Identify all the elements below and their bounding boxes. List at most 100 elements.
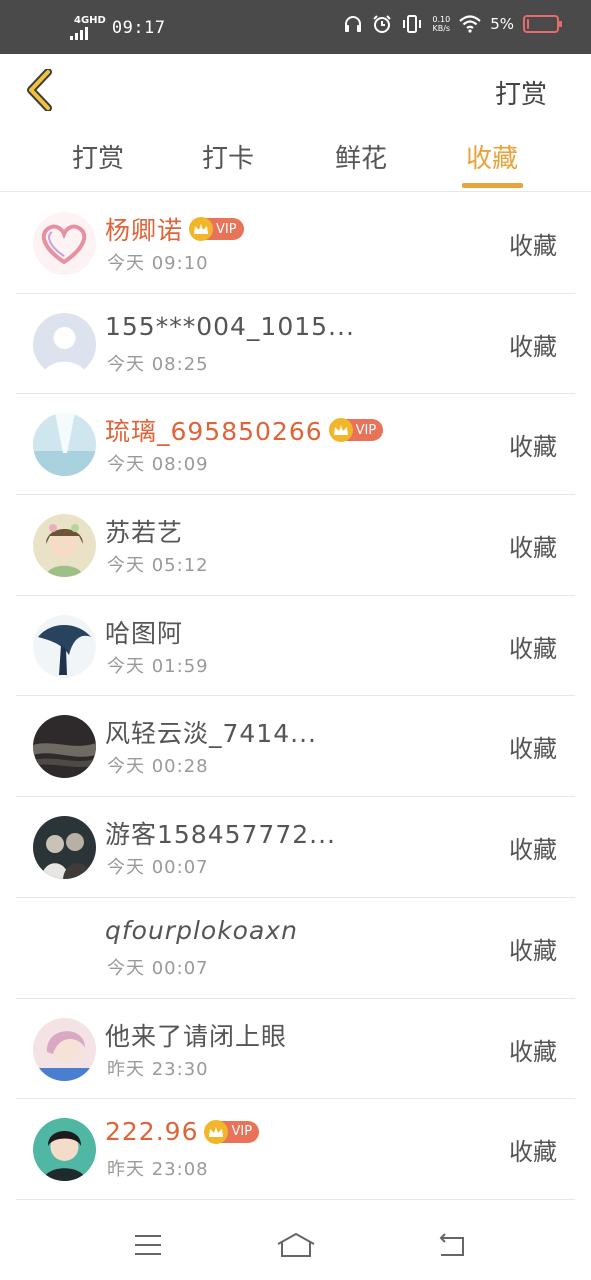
tab-active-indicator — [462, 183, 523, 188]
wifi-icon — [459, 15, 481, 33]
list-item[interactable]: 155***004_1015... 今天 08:25 收藏 — [16, 294, 575, 395]
collect-label: 收藏 — [509, 735, 557, 764]
status-left: 4GHD 09:17 — [70, 15, 166, 40]
status-bar: 4GHD 09:17 0.10 KB/s 5% — [0, 0, 591, 54]
home-button[interactable] — [276, 1230, 316, 1260]
avatar — [33, 312, 96, 376]
user-name: 风轻云淡_7414... — [105, 719, 317, 749]
timestamp: 今天 00:07 — [107, 957, 209, 979]
collect-label: 收藏 — [509, 534, 557, 563]
headphones-icon — [345, 16, 362, 32]
avatar — [33, 916, 96, 980]
user-name: 游客158457772... — [105, 820, 336, 850]
name-line: qfourplokoaxn — [105, 916, 298, 945]
list-item[interactable]: 他来了请闭上眼 昨天 23:30 收藏 — [16, 999, 575, 1100]
list-item[interactable]: 游客158457772... 今天 00:07 收藏 — [16, 797, 575, 898]
name-line: 222.96 VIP — [105, 1117, 260, 1147]
back-icon — [439, 1233, 464, 1256]
avatar — [33, 1017, 96, 1081]
name-line: 哈图阿 — [105, 614, 183, 650]
vibrate-icon — [403, 15, 422, 33]
timestamp: 今天 00:28 — [107, 756, 209, 778]
menu-button[interactable] — [128, 1230, 168, 1260]
system-nav-bar — [0, 1210, 591, 1280]
collect-label: 收藏 — [509, 634, 557, 663]
avatar — [33, 514, 96, 578]
collect-label: 收藏 — [509, 836, 557, 865]
user-name: 苏若艺 — [105, 518, 184, 548]
vip-badge: VIP — [204, 1119, 260, 1144]
speed-value: 0.10 — [432, 15, 451, 24]
status-time: 09:17 — [111, 18, 166, 38]
avatar — [33, 715, 96, 779]
name-line: 游客158457772... — [105, 815, 336, 851]
crown-icon — [189, 217, 214, 241]
tab-bar: 打赏 打卡 鲜花 收藏 — [0, 126, 591, 192]
timestamp: 今天 05:12 — [107, 555, 209, 577]
list-item[interactable]: 琉璃_695850266 VIP 今天 08:09 收藏 — [16, 394, 575, 496]
collect-label: 收藏 — [509, 232, 557, 260]
vip-label: VIP — [355, 422, 377, 438]
list-item[interactable]: 杨卿诺 VIP 今天 09:10 收藏 — [16, 193, 575, 294]
alarm-icon — [373, 15, 392, 33]
back-button[interactable] — [18, 66, 62, 114]
reward-button[interactable]: 打赏 — [495, 74, 547, 111]
menu-icon — [135, 1235, 161, 1255]
user-name: 哈图阿 — [105, 618, 184, 648]
tab-reward[interactable]: 打赏 — [58, 138, 138, 175]
back-nav-button[interactable] — [431, 1230, 471, 1260]
vip-label: VIP — [231, 1124, 253, 1140]
list-item[interactable]: qfourplokoaxn 今天 00:07 收藏 — [16, 898, 575, 999]
navbar: 打赏 — [0, 54, 591, 126]
list-item[interactable]: 222.96 VIP 昨天 23:08 收藏 — [16, 1099, 575, 1200]
chevron-left-icon — [27, 69, 52, 111]
user-name: qfourplokoaxn — [105, 915, 298, 945]
tab-checkin[interactable]: 打卡 — [188, 138, 268, 175]
name-line: 他来了请闭上眼 — [105, 1017, 287, 1053]
collect-label: 收藏 — [509, 332, 557, 361]
network-type: 4GHD — [74, 15, 106, 26]
name-line: 苏若艺 — [105, 513, 183, 549]
network-speed: 0.10 KB/s — [432, 15, 450, 33]
avatar — [33, 413, 96, 477]
vip-label: VIP — [216, 221, 237, 237]
list-item[interactable]: 哈图阿 今天 01:59 收藏 — [16, 596, 575, 697]
collector-list: 杨卿诺 VIP 今天 09:10 收藏 155***004_1015... 今天… — [16, 193, 575, 1200]
name-line: 杨卿诺 VIP — [105, 211, 244, 247]
avatar — [33, 816, 96, 880]
user-name: 222.96 — [105, 1117, 199, 1147]
tab-collect[interactable]: 收藏 — [452, 138, 532, 175]
timestamp: 今天 01:59 — [107, 655, 209, 677]
name-line: 琉璃_695850266 VIP — [105, 412, 384, 448]
timestamp: 昨天 23:30 — [107, 1058, 209, 1080]
timestamp: 今天 00:07 — [107, 857, 209, 879]
collect-label: 收藏 — [509, 1037, 557, 1066]
collect-label: 收藏 — [509, 936, 557, 965]
user-name: 琉璃_695850266 — [105, 417, 323, 447]
list-item[interactable]: 风轻云淡_7414... 今天 00:28 收藏 — [16, 696, 575, 798]
timestamp: 今天 09:10 — [107, 253, 209, 274]
vip-badge: VIP — [189, 217, 244, 241]
avatar — [33, 212, 96, 275]
speed-unit: KB/s — [432, 24, 451, 33]
battery-fill — [527, 19, 529, 29]
name-line: 风轻云淡_7414... — [105, 714, 317, 750]
user-name: 155***004_1015... — [105, 311, 355, 341]
avatar — [33, 1118, 96, 1182]
signal-icon — [70, 26, 106, 40]
user-name: 他来了请闭上眼 — [105, 1021, 288, 1051]
user-name: 杨卿诺 — [105, 216, 184, 245]
status-right: 0.10 KB/s 5% — [343, 14, 562, 34]
home-icon — [277, 1232, 315, 1257]
vip-badge: VIP — [328, 418, 384, 443]
crown-icon — [204, 1119, 229, 1144]
list-item[interactable]: 苏若艺 今天 05:12 收藏 — [16, 495, 575, 596]
collect-label: 收藏 — [509, 1138, 557, 1167]
timestamp: 今天 08:25 — [107, 353, 209, 375]
collect-label: 收藏 — [509, 433, 557, 462]
crown-icon — [328, 418, 353, 443]
avatar — [33, 614, 96, 678]
tab-flowers[interactable]: 鲜花 — [321, 138, 401, 175]
timestamp: 昨天 23:08 — [107, 1159, 209, 1181]
battery-icon — [523, 15, 562, 33]
